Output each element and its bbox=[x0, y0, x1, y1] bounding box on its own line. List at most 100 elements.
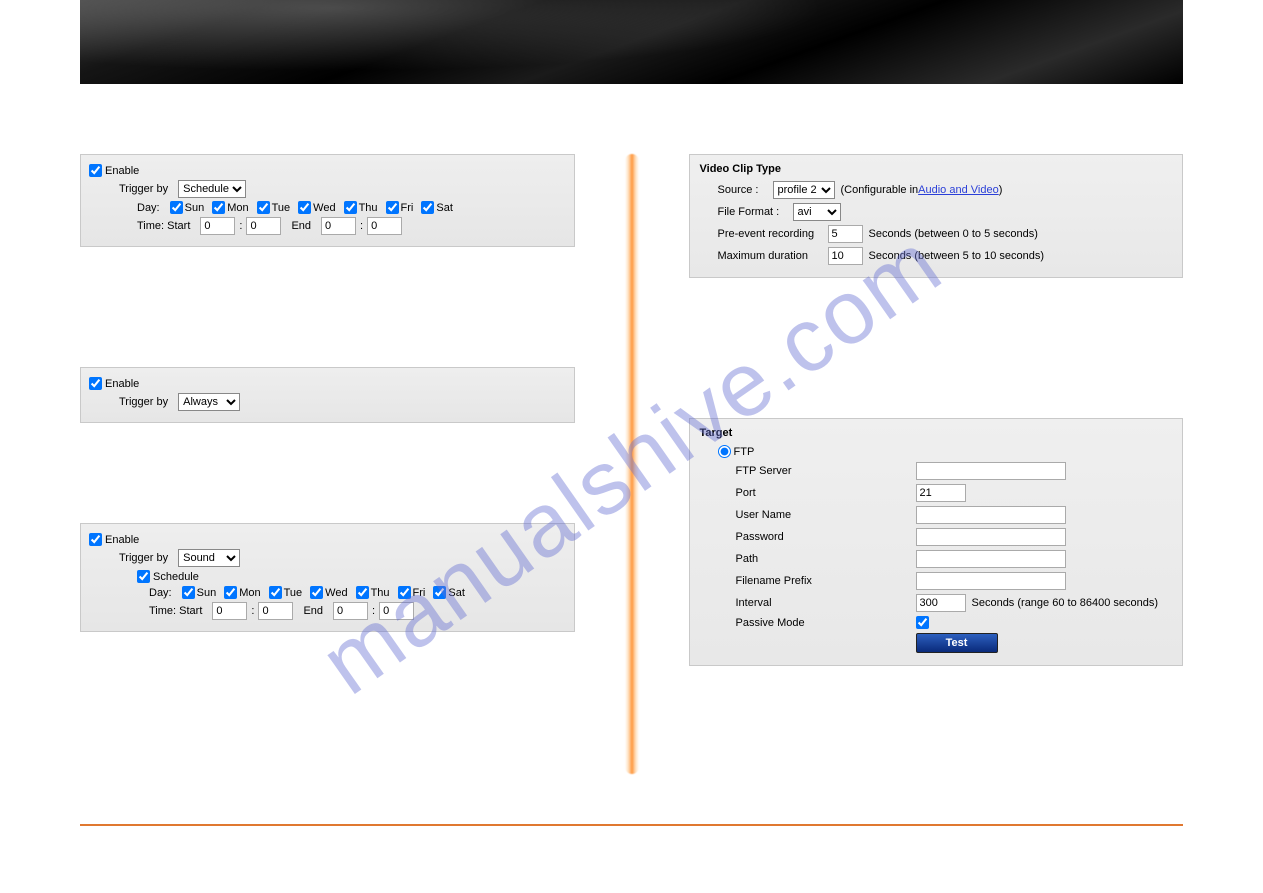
trigger-by-label: Trigger by bbox=[119, 396, 168, 408]
day-tue-label: Tue bbox=[272, 202, 291, 214]
day-sat-label: Sat bbox=[436, 202, 453, 214]
configurable-note-left: (Configurable in bbox=[841, 184, 919, 196]
start-hour-input[interactable] bbox=[212, 602, 247, 620]
video-clip-type-panel: Video Clip Type Source : profile 2 (Conf… bbox=[689, 154, 1184, 278]
pre-event-label: Pre-event recording bbox=[718, 228, 828, 240]
day-sun-checkbox[interactable] bbox=[170, 201, 183, 214]
start-min-input[interactable] bbox=[246, 217, 281, 235]
enable-checkbox[interactable] bbox=[89, 164, 102, 177]
test-button[interactable]: Test bbox=[916, 633, 998, 653]
ftp-label: FTP bbox=[734, 446, 755, 458]
enable-label: Enable bbox=[105, 378, 139, 390]
day-thu-checkbox[interactable] bbox=[356, 586, 369, 599]
enable-checkbox[interactable] bbox=[89, 533, 102, 546]
trigger-by-label: Trigger by bbox=[119, 552, 168, 564]
ftp-radio[interactable] bbox=[718, 445, 731, 458]
day-wed-checkbox[interactable] bbox=[298, 201, 311, 214]
path-label: Path bbox=[736, 553, 916, 565]
file-format-select[interactable]: avi bbox=[793, 203, 841, 221]
day-fri-checkbox[interactable] bbox=[386, 201, 399, 214]
day-mon-checkbox[interactable] bbox=[212, 201, 225, 214]
port-input[interactable] bbox=[916, 484, 966, 502]
end-hour-input[interactable] bbox=[321, 217, 356, 235]
day-label: Day: bbox=[149, 587, 172, 599]
end-label: End bbox=[303, 605, 323, 617]
day-label: Day: bbox=[137, 202, 160, 214]
page-spine bbox=[625, 154, 639, 774]
trigger-sound-panel: Enable Trigger by Sound Schedule Day: Su… bbox=[80, 523, 575, 632]
max-duration-note: Seconds (between 5 to 10 seconds) bbox=[869, 250, 1045, 262]
passive-mode-label: Passive Mode bbox=[736, 617, 916, 629]
day-tue-checkbox[interactable] bbox=[269, 586, 282, 599]
pre-event-input[interactable] bbox=[828, 225, 863, 243]
source-select[interactable]: profile 2 bbox=[773, 181, 835, 199]
max-duration-label: Maximum duration bbox=[718, 250, 828, 262]
colon: : bbox=[372, 605, 375, 617]
ftp-server-input[interactable] bbox=[916, 462, 1066, 480]
day-tue-checkbox[interactable] bbox=[257, 201, 270, 214]
trigger-by-select[interactable]: Sound bbox=[178, 549, 240, 567]
day-mon-label: Mon bbox=[239, 587, 260, 599]
day-wed-label: Wed bbox=[325, 587, 347, 599]
day-fri-checkbox[interactable] bbox=[398, 586, 411, 599]
username-label: User Name bbox=[736, 509, 916, 521]
schedule-checkbox[interactable] bbox=[137, 570, 150, 583]
username-input[interactable] bbox=[916, 506, 1066, 524]
interval-label: Interval bbox=[736, 597, 916, 609]
day-thu-label: Thu bbox=[371, 587, 390, 599]
day-thu-checkbox[interactable] bbox=[344, 201, 357, 214]
schedule-label: Schedule bbox=[153, 571, 199, 583]
passive-mode-checkbox[interactable] bbox=[916, 616, 929, 629]
day-sun-checkbox[interactable] bbox=[182, 586, 195, 599]
day-fri-label: Fri bbox=[413, 587, 426, 599]
trigger-schedule-panel: Enable Trigger by Schedule Day: Sun Mon … bbox=[80, 154, 575, 247]
end-hour-input[interactable] bbox=[333, 602, 368, 620]
start-hour-input[interactable] bbox=[200, 217, 235, 235]
day-fri-label: Fri bbox=[401, 202, 414, 214]
bottom-divider bbox=[80, 824, 1183, 826]
colon: : bbox=[251, 605, 254, 617]
port-label: Port bbox=[736, 487, 916, 499]
end-min-input[interactable] bbox=[367, 217, 402, 235]
trigger-always-panel: Enable Trigger by Always bbox=[80, 367, 575, 423]
top-banner bbox=[80, 0, 1183, 84]
target-panel: Target FTP FTP Server Port User Name bbox=[689, 418, 1184, 666]
trigger-by-select[interactable]: Schedule bbox=[178, 180, 246, 198]
source-label: Source : bbox=[718, 184, 773, 196]
password-label: Password bbox=[736, 531, 916, 543]
day-tue-label: Tue bbox=[284, 587, 303, 599]
day-wed-checkbox[interactable] bbox=[310, 586, 323, 599]
enable-label: Enable bbox=[105, 165, 139, 177]
interval-input[interactable] bbox=[916, 594, 966, 612]
enable-checkbox[interactable] bbox=[89, 377, 102, 390]
enable-label: Enable bbox=[105, 534, 139, 546]
target-title: Target bbox=[700, 427, 1173, 439]
time-start-label: Time: Start bbox=[149, 605, 202, 617]
max-duration-input[interactable] bbox=[828, 247, 863, 265]
day-sun-label: Sun bbox=[197, 587, 217, 599]
day-sun-label: Sun bbox=[185, 202, 205, 214]
day-sat-label: Sat bbox=[448, 587, 465, 599]
configurable-note-right: ) bbox=[999, 184, 1003, 196]
trigger-by-select[interactable]: Always bbox=[178, 393, 240, 411]
colon: : bbox=[239, 220, 242, 232]
end-label: End bbox=[291, 220, 311, 232]
colon: : bbox=[360, 220, 363, 232]
end-min-input[interactable] bbox=[379, 602, 414, 620]
day-mon-label: Mon bbox=[227, 202, 248, 214]
trigger-by-label: Trigger by bbox=[119, 183, 168, 195]
path-input[interactable] bbox=[916, 550, 1066, 568]
day-mon-checkbox[interactable] bbox=[224, 586, 237, 599]
password-input[interactable] bbox=[916, 528, 1066, 546]
file-format-label: File Format : bbox=[718, 206, 793, 218]
interval-note: Seconds (range 60 to 86400 seconds) bbox=[972, 597, 1159, 609]
audio-video-link[interactable]: Audio and Video bbox=[918, 184, 999, 196]
day-sat-checkbox[interactable] bbox=[421, 201, 434, 214]
pre-event-note: Seconds (between 0 to 5 seconds) bbox=[869, 228, 1038, 240]
start-min-input[interactable] bbox=[258, 602, 293, 620]
day-wed-label: Wed bbox=[313, 202, 335, 214]
day-sat-checkbox[interactable] bbox=[433, 586, 446, 599]
filename-prefix-label: Filename Prefix bbox=[736, 575, 916, 587]
filename-prefix-input[interactable] bbox=[916, 572, 1066, 590]
day-thu-label: Thu bbox=[359, 202, 378, 214]
